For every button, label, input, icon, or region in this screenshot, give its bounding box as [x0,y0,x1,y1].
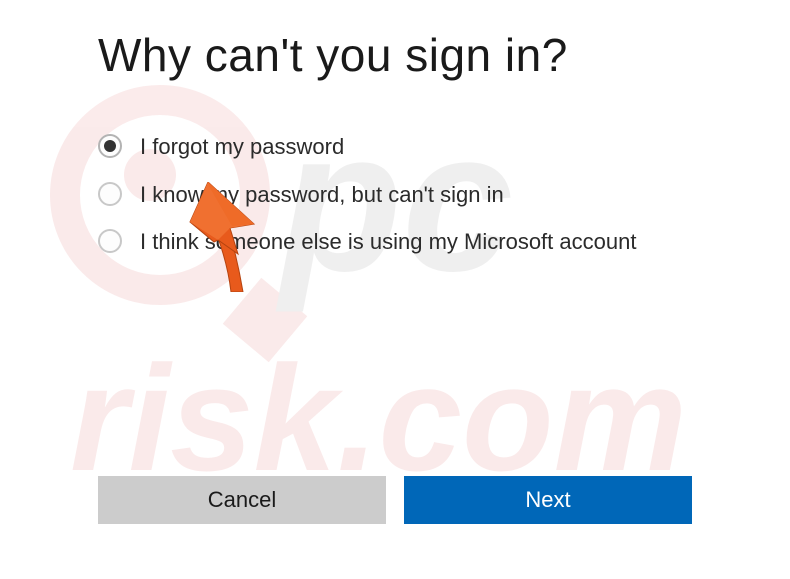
option-know-password[interactable]: I know my password, but can't sign in [98,180,692,210]
option-label: I forgot my password [140,132,344,162]
option-label: I think someone else is using my Microso… [140,227,636,257]
option-forgot-password[interactable]: I forgot my password [98,132,692,162]
page-title: Why can't you sign in? [98,28,692,82]
radio-icon [98,182,122,206]
signin-reason-dialog: Why can't you sign in? I forgot my passw… [0,0,790,257]
option-someone-else[interactable]: I think someone else is using my Microso… [98,227,692,257]
reason-options-group: I forgot my password I know my password,… [98,132,692,257]
dialog-button-bar: Cancel Next [98,476,692,524]
radio-icon [98,134,122,158]
next-button[interactable]: Next [404,476,692,524]
cancel-button[interactable]: Cancel [98,476,386,524]
option-label: I know my password, but can't sign in [140,180,504,210]
radio-icon [98,229,122,253]
